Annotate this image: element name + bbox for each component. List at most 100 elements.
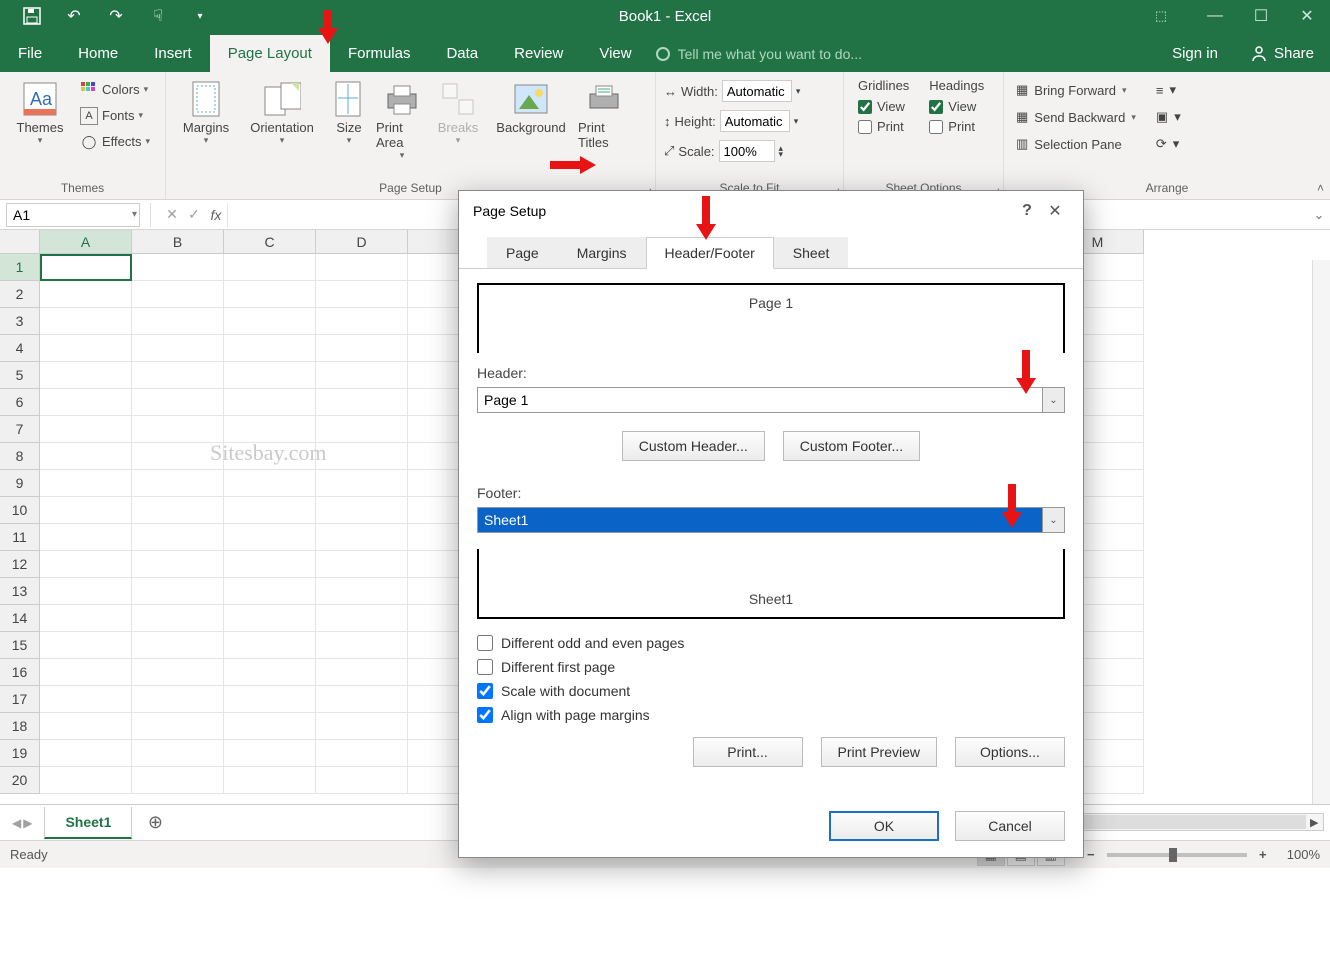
row-header[interactable]: 3 [0,308,40,335]
cell[interactable] [40,389,132,416]
cancel-button[interactable]: Cancel [955,811,1065,841]
cell[interactable] [224,362,316,389]
orientation-button[interactable]: Orientation▾ [242,78,322,146]
column-header[interactable]: C [224,230,316,254]
cell[interactable] [40,335,132,362]
cell[interactable] [132,281,224,308]
cell[interactable] [224,713,316,740]
column-header[interactable]: D [316,230,408,254]
height-input[interactable] [720,110,790,132]
dialog-help-icon[interactable]: ? [1013,202,1041,220]
cell[interactable] [132,524,224,551]
cell[interactable] [224,551,316,578]
cell[interactable] [40,686,132,713]
expand-formula-bar-icon[interactable]: ⌄ [1308,207,1330,223]
cell[interactable] [316,308,408,335]
cell[interactable] [316,767,408,794]
send-backward-button[interactable]: ▦Send Backward [1012,105,1140,129]
cell[interactable] [316,389,408,416]
row-header[interactable]: 2 [0,281,40,308]
cell[interactable] [132,254,224,281]
cell[interactable] [316,740,408,767]
cell[interactable] [224,443,316,470]
cell[interactable] [224,254,316,281]
cell[interactable] [132,470,224,497]
cell[interactable] [316,524,408,551]
save-icon[interactable] [20,4,44,28]
zoom-slider[interactable]: − + 100% [1083,847,1320,863]
cell[interactable] [132,632,224,659]
cell[interactable] [40,524,132,551]
cell[interactable] [224,416,316,443]
cell[interactable] [132,335,224,362]
cell[interactable] [40,659,132,686]
cell[interactable] [40,281,132,308]
cell[interactable] [132,497,224,524]
cell[interactable] [316,416,408,443]
tab-data[interactable]: Data [428,35,496,72]
cell[interactable] [40,308,132,335]
new-sheet-button[interactable]: ⊕ [140,808,170,838]
dialog-tab-header-footer[interactable]: Header/Footer [646,237,774,269]
sheet-nav-prev-icon[interactable]: ◀ [12,816,21,830]
cell[interactable] [316,254,408,281]
row-header[interactable]: 14 [0,605,40,632]
row-header[interactable]: 20 [0,767,40,794]
cell[interactable] [40,362,132,389]
sheet-tab[interactable]: Sheet1 [44,807,132,839]
custom-header-button[interactable]: Custom Header... [622,431,765,461]
sheet-nav-next-icon[interactable]: ▶ [23,816,32,830]
vertical-scrollbar[interactable] [1312,260,1330,832]
ribbon-display-icon[interactable]: ⬚ [1138,0,1184,32]
cell[interactable] [132,416,224,443]
row-header[interactable]: 16 [0,659,40,686]
cell[interactable] [224,578,316,605]
cell[interactable] [132,308,224,335]
share-button[interactable]: Share [1234,34,1330,72]
cell[interactable] [224,632,316,659]
cell[interactable] [224,767,316,794]
column-header[interactable]: A [40,230,132,254]
cell[interactable] [316,443,408,470]
cell[interactable] [316,605,408,632]
close-icon[interactable]: ✕ [1284,0,1330,32]
scale-input[interactable] [719,140,775,162]
bring-forward-button[interactable]: ▦Bring Forward [1012,78,1140,102]
redo-icon[interactable]: ↷ [104,4,128,28]
cell[interactable] [40,578,132,605]
row-headers[interactable]: 1234567891011121314151617181920 [0,254,40,794]
row-header[interactable]: 19 [0,740,40,767]
print-titles-button[interactable]: Print Titles [578,78,630,150]
cell[interactable] [316,362,408,389]
footer-dropdown-icon[interactable]: ⌄ [1043,507,1065,533]
selection-pane-button[interactable]: ▥Selection Pane [1012,132,1140,156]
cell[interactable] [40,470,132,497]
dialog-close-icon[interactable]: ✕ [1041,201,1069,221]
footer-dropdown[interactable] [477,507,1043,533]
maximize-icon[interactable]: ☐ [1238,0,1284,32]
namebox-dropdown-icon[interactable]: ▾ [132,209,137,220]
cell[interactable] [132,605,224,632]
headings-view-checkbox[interactable]: View [923,98,990,115]
cell[interactable] [40,713,132,740]
row-header[interactable]: 13 [0,578,40,605]
row-header[interactable]: 17 [0,686,40,713]
cell[interactable] [224,605,316,632]
cell[interactable] [316,713,408,740]
cell[interactable] [40,254,132,281]
headings-print-checkbox[interactable]: Print [923,118,990,135]
cell[interactable] [316,335,408,362]
row-header[interactable]: 1 [0,254,40,281]
cell[interactable] [40,767,132,794]
row-header[interactable]: 11 [0,524,40,551]
effects-button[interactable]: ◯Effects [76,130,154,153]
name-box[interactable]: A1▾ [6,203,140,227]
cell[interactable] [224,740,316,767]
tell-me-search[interactable]: Tell me what you want to do... [650,36,868,72]
zoom-out-icon[interactable]: − [1083,847,1099,863]
cell[interactable] [40,605,132,632]
colors-button[interactable]: Colors [76,78,154,101]
header-dropdown[interactable] [477,387,1043,413]
cell[interactable] [316,578,408,605]
print-preview-button[interactable]: Print Preview [821,737,937,767]
